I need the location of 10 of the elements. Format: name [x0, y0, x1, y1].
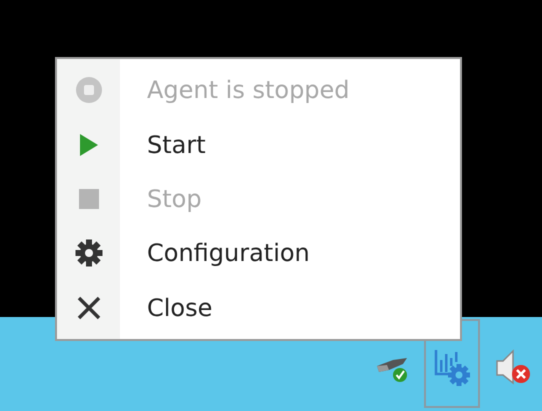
chart-gear-icon — [432, 348, 472, 388]
menu-item[interactable]: Configuration — [57, 226, 460, 281]
stop-icon — [78, 189, 98, 210]
close-icon — [76, 296, 100, 320]
menu-item[interactable]: Start — [57, 117, 460, 172]
play-icon — [78, 132, 98, 157]
menu-item[interactable]: Close — [57, 280, 460, 336]
muted-speaker-icon — [495, 348, 533, 388]
settings-icon — [74, 239, 102, 268]
status-icon — [74, 76, 102, 104]
